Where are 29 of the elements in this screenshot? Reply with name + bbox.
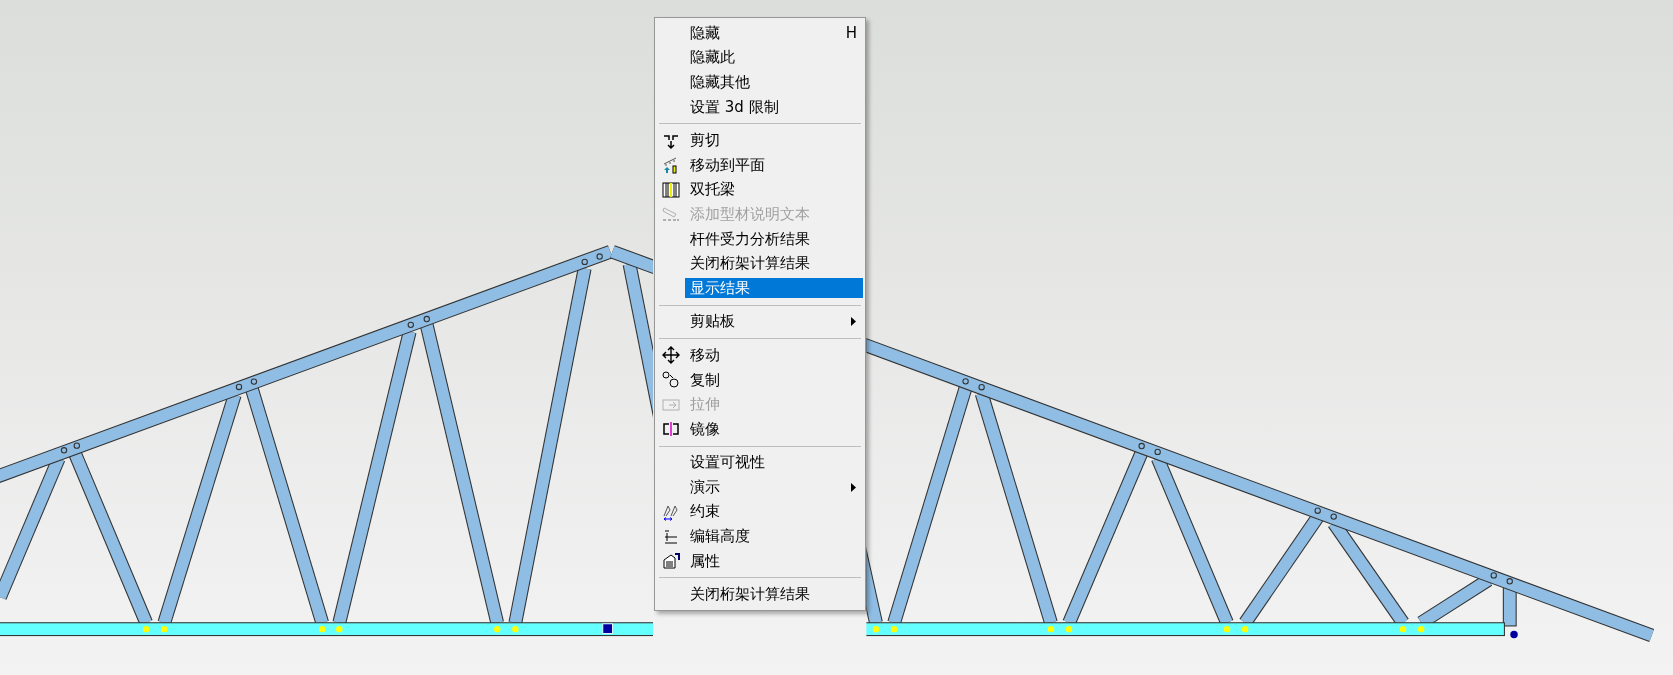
menu-item[interactable]: 剪切 bbox=[685, 130, 863, 151]
menu-item[interactable]: 双托梁 bbox=[685, 179, 863, 200]
height-icon bbox=[662, 527, 680, 546]
menu-item[interactable]: 移动 bbox=[685, 345, 863, 366]
menu-item[interactable]: 编辑高度 bbox=[685, 526, 863, 547]
menu-item[interactable]: 约束 bbox=[685, 502, 863, 522]
properties-icon bbox=[662, 552, 680, 571]
menu-item[interactable]: 移动到平面 bbox=[685, 155, 863, 176]
menu-item[interactable]: 演示 bbox=[685, 477, 863, 498]
menu-item[interactable]: 隐藏其他 bbox=[685, 72, 863, 93]
beam-icon bbox=[662, 180, 680, 199]
move-icon bbox=[662, 346, 680, 365]
plane-icon bbox=[662, 156, 680, 175]
desc-icon bbox=[662, 205, 680, 224]
menu-item[interactable]: 关闭桁架计算结果 bbox=[685, 253, 863, 274]
menu-item[interactable]: 设置 3d 限制 bbox=[685, 97, 863, 118]
menu-item[interactable]: 复制 bbox=[685, 370, 863, 390]
menu-item[interactable]: 显示结果 bbox=[685, 278, 863, 299]
menu-item[interactable]: 剪贴板 bbox=[685, 311, 863, 332]
constraint-icon bbox=[662, 503, 680, 521]
menu-item[interactable]: 隐藏此 bbox=[685, 47, 863, 68]
menu-item[interactable]: 设置可视性 bbox=[685, 452, 863, 473]
menu-item[interactable]: 镜像 bbox=[685, 419, 863, 440]
menu-item[interactable]: 隐藏 H bbox=[685, 23, 863, 44]
menu-item[interactable]: 关闭桁架计算结果 bbox=[685, 584, 863, 605]
mirror-icon bbox=[662, 420, 680, 439]
copy-icon bbox=[662, 371, 680, 389]
menu-item[interactable]: 属性 bbox=[685, 551, 863, 572]
menu-item[interactable]: 杆件受力分析结果 bbox=[685, 229, 863, 250]
